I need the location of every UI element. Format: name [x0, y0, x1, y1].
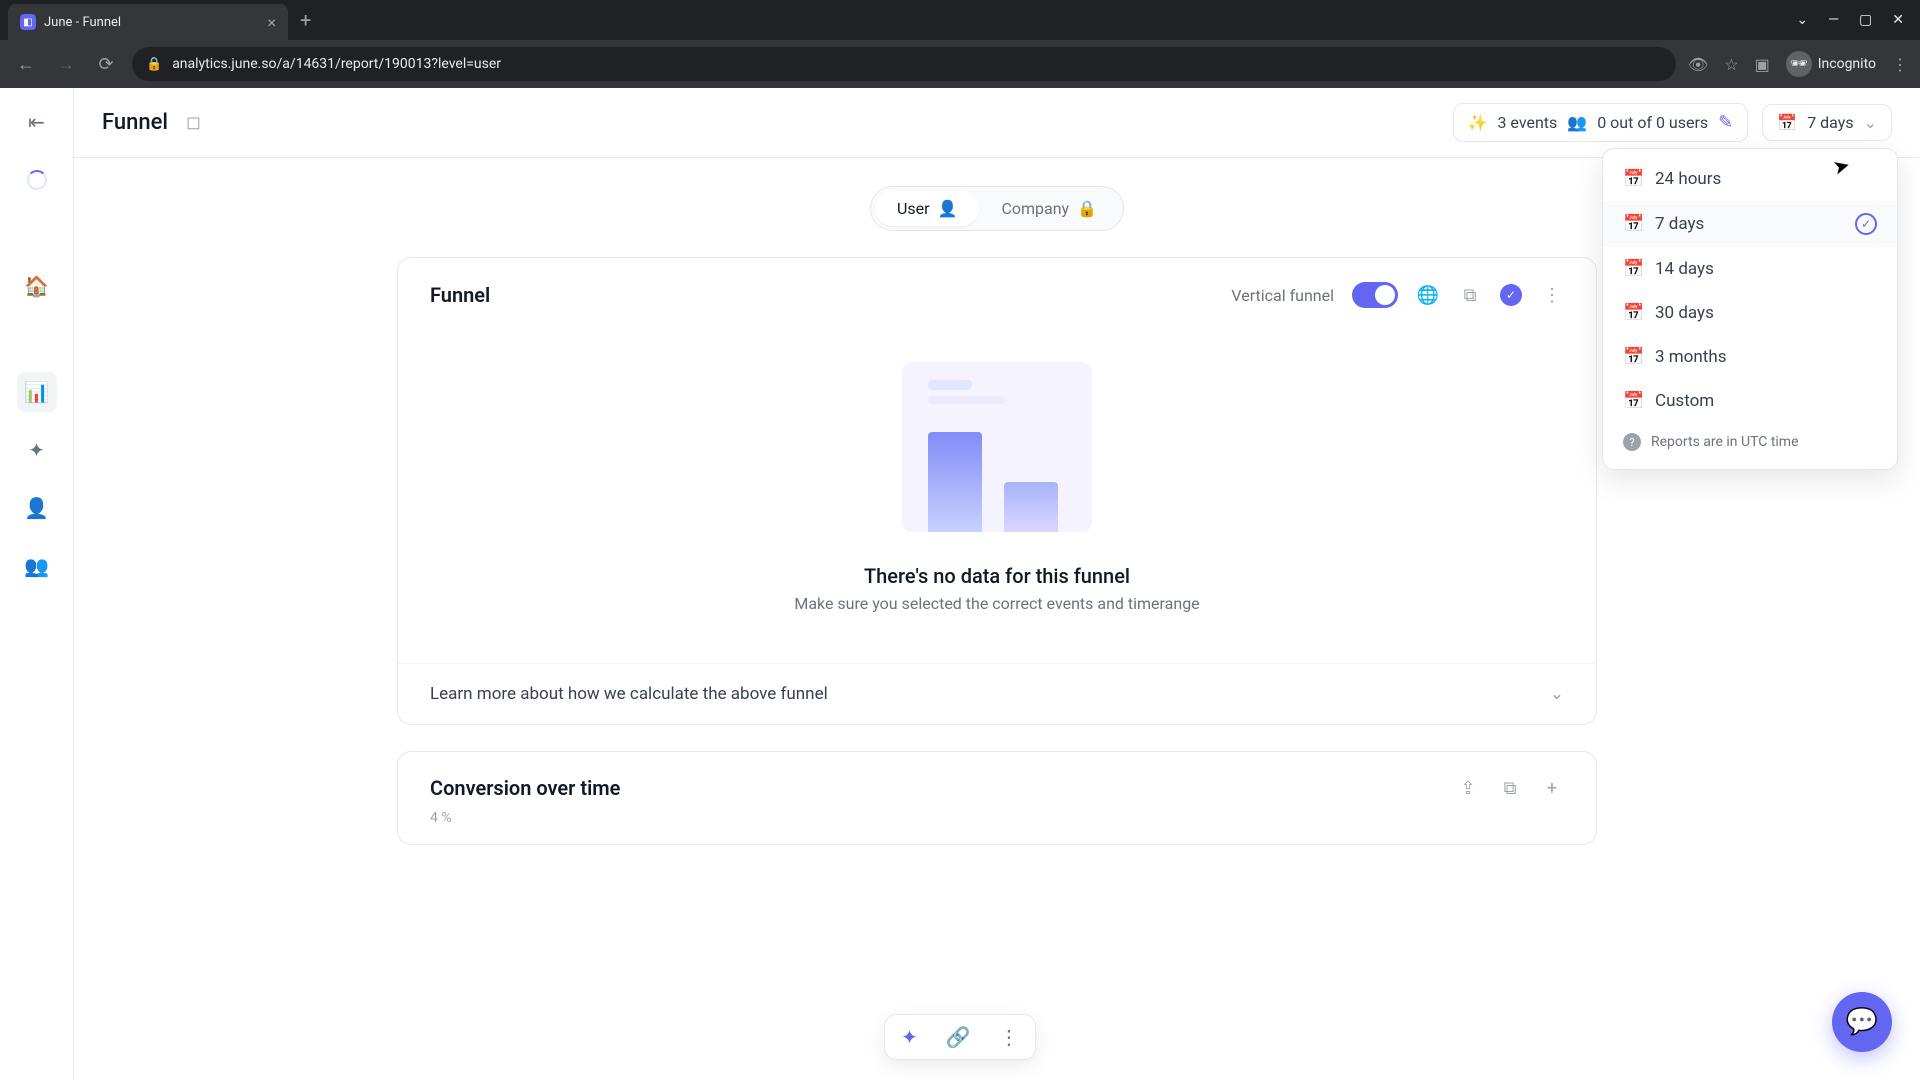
more-actions-icon[interactable]: ⋮ [999, 1025, 1019, 1049]
incognito-icon: 🕶 [1786, 51, 1812, 77]
slack-icon[interactable]: ⧉ [1498, 776, 1522, 800]
calendar-icon: 📅 [1623, 391, 1641, 411]
back-button[interactable]: ← [12, 54, 40, 75]
timerange-button[interactable]: 📅 7 days ⌄ [1762, 104, 1892, 141]
conversion-card-title: Conversion over time [430, 776, 620, 800]
level-toggle: User👤 Company🔒 [870, 186, 1124, 231]
sidebar-loading [17, 160, 57, 200]
sidebar-item-users[interactable]: 👤 [17, 488, 57, 528]
slack-icon[interactable]: ⧉ [1458, 283, 1482, 307]
users-icon: 👥 [1567, 113, 1587, 132]
tracking-icon[interactable]: 👁 [1688, 55, 1708, 74]
timerange-label: 7 days [1807, 113, 1853, 132]
share-link-icon[interactable]: 🔗 [946, 1025, 971, 1049]
close-window-icon[interactable]: ✕ [1892, 12, 1904, 28]
lock-icon: 🔒 [146, 57, 162, 72]
globe-icon[interactable]: 🌐 [1416, 283, 1440, 307]
calendar-icon: 📅 [1623, 347, 1641, 367]
profile-label: Incognito [1818, 56, 1876, 72]
learn-more-row[interactable]: Learn more about how we calculate the ab… [398, 663, 1596, 724]
empty-state: There's no data for this funnel Make sur… [398, 332, 1596, 663]
url-input[interactable]: 🔒 analytics.june.so/a/14631/report/19001… [132, 47, 1676, 81]
sidebar-item-home[interactable]: 🏠 [17, 266, 57, 306]
funnel-card-title: Funnel [430, 283, 490, 307]
ai-sparkle-icon[interactable]: ✦ [901, 1025, 918, 1049]
vertical-funnel-toggle[interactable] [1352, 282, 1398, 308]
add-icon[interactable]: + [1540, 776, 1564, 800]
level-user[interactable]: User👤 [875, 191, 979, 226]
tab-favicon-icon: ◧ [20, 14, 36, 30]
calendar-icon: 📅 [1777, 113, 1797, 132]
help-icon: ? [1623, 433, 1641, 451]
profile-button[interactable]: 🕶 Incognito [1786, 51, 1876, 77]
funnel-card: Funnel Vertical funnel 🌐 ⧉ ✓ ⋮ [397, 257, 1597, 725]
chart-y-label: 4 % [398, 810, 1596, 844]
forward-button[interactable]: → [52, 54, 80, 75]
edit-icon[interactable]: ✎ [1718, 112, 1733, 133]
floating-toolbar: ✦ 🔗 ⋮ [884, 1014, 1036, 1060]
tag-icon[interactable]: ◻ [186, 112, 201, 133]
calendar-icon: 📅 [1623, 259, 1641, 279]
chevron-down-icon[interactable]: ⌄ [1796, 12, 1808, 28]
events-count: 3 events [1497, 113, 1557, 132]
calendar-icon: 📅 [1623, 214, 1641, 234]
reload-button[interactable]: ⟳ [92, 54, 120, 75]
lock-icon: 🔒 [1077, 199, 1097, 218]
conversion-card: Conversion over time ⇪ ⧉ + 4 % [397, 751, 1597, 845]
browser-menu-icon[interactable]: ⋮ [1892, 55, 1908, 74]
chevron-down-icon: ⌄ [1550, 684, 1564, 704]
tab-close-icon[interactable]: × [267, 13, 276, 32]
events-users-pill[interactable]: ✨ 3 events 👥 0 out of 0 users ✎ [1453, 103, 1749, 142]
app-sidebar: ⇤ 🏠 📊 ✦ 👤 👥 [0, 88, 74, 1080]
chat-icon: 💬 [1846, 1007, 1878, 1037]
vertical-funnel-label: Vertical funnel [1231, 286, 1334, 305]
minimize-icon[interactable]: — [1828, 12, 1839, 28]
dropdown-item-custom[interactable]: 📅Custom [1603, 379, 1897, 423]
window-controls: ⌄ — ▢ ✕ [1796, 12, 1912, 28]
url-text: analytics.june.so/a/14631/report/190013?… [172, 56, 501, 72]
maximize-icon[interactable]: ▢ [1859, 12, 1872, 28]
sidebar-item-companies[interactable]: 👥 [17, 546, 57, 586]
empty-title: There's no data for this funnel [864, 564, 1130, 588]
dropdown-item-7d[interactable]: 📅7 days✓ [1603, 201, 1897, 247]
new-tab-button[interactable]: + [288, 8, 323, 32]
browser-tab[interactable]: ◧ June - Funnel × [8, 4, 288, 40]
learn-more-label: Learn more about how we calculate the ab… [430, 684, 828, 704]
tab-title: June - Funnel [44, 15, 121, 30]
timerange-dropdown: 📅24 hours 📅7 days✓ 📅14 days 📅30 days 📅3 … [1602, 148, 1898, 470]
browser-tab-strip: ◧ June - Funnel × + ⌄ — ▢ ✕ [0, 0, 1920, 40]
dropdown-item-3m[interactable]: 📅3 months [1603, 335, 1897, 379]
check-icon: ✓ [1855, 213, 1877, 235]
share-icon[interactable]: ⇪ [1456, 776, 1480, 800]
more-icon[interactable]: ⋮ [1540, 283, 1564, 307]
dropdown-item-14d[interactable]: 📅14 days [1603, 247, 1897, 291]
sidebar-collapse-button[interactable]: ⇤ [17, 102, 57, 142]
dropdown-footer: ?Reports are in UTC time [1603, 423, 1897, 461]
dropdown-item-24h[interactable]: 📅24 hours [1603, 157, 1897, 201]
level-company[interactable]: Company🔒 [979, 191, 1119, 226]
chat-fab[interactable]: 💬 [1832, 992, 1892, 1052]
users-count: 0 out of 0 users [1597, 113, 1708, 132]
page-title: Funnel [102, 110, 168, 135]
calendar-icon: 📅 [1623, 169, 1641, 189]
bookmark-icon[interactable]: ☆ [1724, 55, 1738, 74]
status-dot-icon[interactable]: ✓ [1500, 284, 1522, 306]
browser-address-bar: ← → ⟳ 🔒 analytics.june.so/a/14631/report… [0, 40, 1920, 88]
user-icon: 👤 [938, 199, 958, 218]
spinner-icon [27, 170, 47, 190]
panel-icon[interactable]: ▣ [1755, 55, 1770, 74]
sidebar-item-reports[interactable]: 📊 [17, 372, 57, 412]
sidebar-item-events[interactable]: ✦ [17, 430, 57, 470]
calendar-icon: 📅 [1623, 303, 1641, 323]
sparkle-icon: ✨ [1468, 113, 1488, 132]
chevron-down-icon: ⌄ [1864, 113, 1877, 132]
dropdown-item-30d[interactable]: 📅30 days [1603, 291, 1897, 335]
empty-illustration [902, 362, 1092, 532]
empty-subtitle: Make sure you selected the correct event… [794, 594, 1199, 613]
